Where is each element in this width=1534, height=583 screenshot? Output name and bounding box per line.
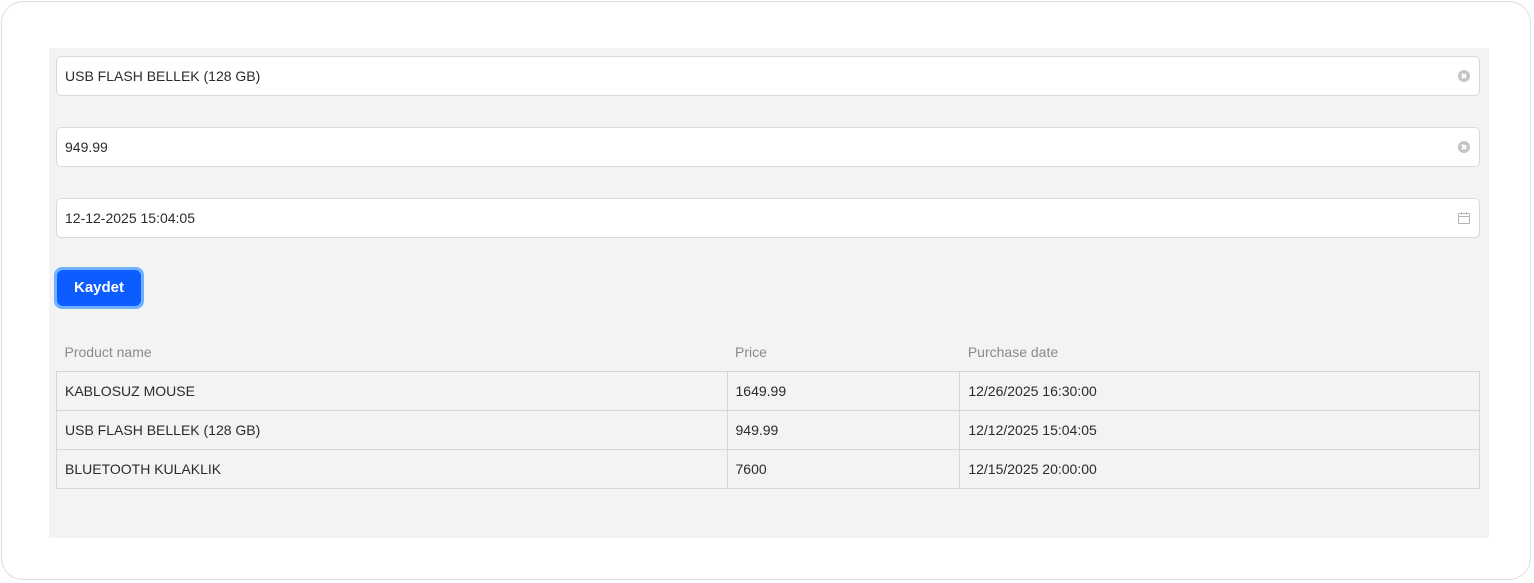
- cell-purchase-date: 12/12/2025 15:04:05: [959, 409, 1480, 450]
- product-table: Product name Price Purchase date KABLOSU…: [56, 333, 1480, 489]
- purchase-date-input[interactable]: [57, 199, 1479, 237]
- column-header-purchase-date[interactable]: Purchase date: [959, 333, 1480, 372]
- form-panel: Kaydet Product name Price Purchase date …: [49, 48, 1489, 538]
- table-header-row: Product name Price Purchase date: [56, 333, 1480, 372]
- cell-price: 7600: [726, 448, 961, 489]
- cell-purchase-date: 12/26/2025 16:30:00: [959, 370, 1480, 411]
- table-row[interactable]: KABLOSUZ MOUSE 1649.99 12/26/2025 16:30:…: [56, 370, 1480, 411]
- cell-product-name: KABLOSUZ MOUSE: [56, 370, 728, 411]
- price-field[interactable]: [56, 127, 1480, 167]
- clear-icon[interactable]: [1458, 70, 1470, 82]
- product-name-input[interactable]: [57, 57, 1479, 95]
- cell-price: 1649.99: [726, 370, 961, 411]
- cell-product-name: USB FLASH BELLEK (128 GB): [56, 409, 728, 450]
- column-header-price[interactable]: Price: [727, 333, 960, 372]
- app-frame: Kaydet Product name Price Purchase date …: [1, 1, 1531, 580]
- cell-product-name: BLUETOOTH KULAKLIK: [56, 448, 728, 489]
- save-button[interactable]: Kaydet: [54, 267, 144, 309]
- purchase-date-field[interactable]: [56, 198, 1480, 238]
- save-button-label: Kaydet: [57, 270, 141, 306]
- price-input[interactable]: [57, 128, 1479, 166]
- calendar-icon[interactable]: [1457, 211, 1471, 225]
- cell-price: 949.99: [726, 409, 961, 450]
- product-name-field[interactable]: [56, 56, 1480, 96]
- table-row[interactable]: USB FLASH BELLEK (128 GB) 949.99 12/12/2…: [56, 409, 1480, 450]
- clear-icon[interactable]: [1458, 141, 1470, 153]
- cell-purchase-date: 12/15/2025 20:00:00: [959, 448, 1480, 489]
- table-row[interactable]: BLUETOOTH KULAKLIK 7600 12/15/2025 20:00…: [56, 448, 1480, 489]
- column-header-product-name[interactable]: Product name: [56, 333, 727, 372]
